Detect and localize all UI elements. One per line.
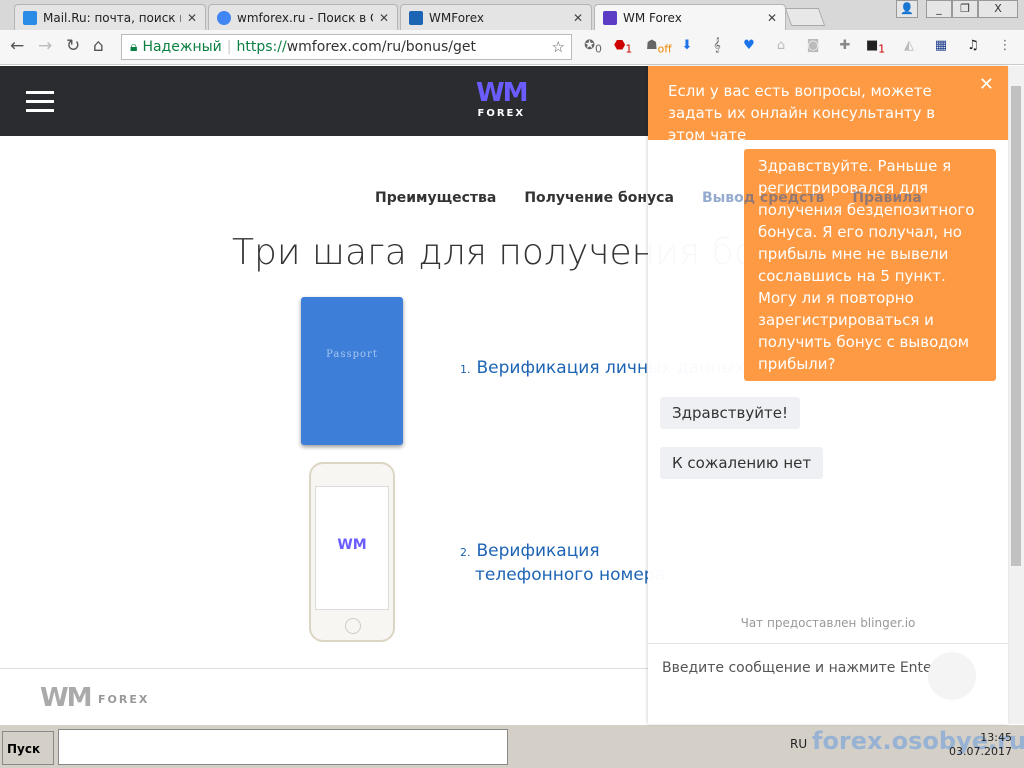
wmforex-icon [409, 10, 423, 25]
clock[interactable]: 13:45 03.07.2017 [949, 731, 1012, 759]
camera-icon[interactable]: ◙ [804, 38, 822, 56]
forward-icon[interactable]: → [38, 36, 52, 56]
language-indicator[interactable]: RU [790, 737, 807, 751]
site-nav: Преимущества Получение бонуса Вывод сред… [375, 190, 922, 206]
footer-logo: WM [40, 683, 93, 713]
chat-close-icon[interactable]: ✕ [979, 74, 994, 95]
mailru-icon [23, 10, 37, 25]
user-message: Здравствуйте. Раньше я регистрировался д… [744, 149, 996, 381]
tab-mailru[interactable]: Mail.Ru: почта, поиск в ин✕ [14, 4, 206, 30]
new-tab-button[interactable] [784, 8, 826, 26]
close-tab-icon[interactable]: ✕ [767, 11, 777, 25]
hamburger-menu-icon[interactable] [26, 91, 54, 118]
chat-header: Если у вас есть вопросы, можете задать и… [648, 66, 1008, 144]
close-tab-icon[interactable]: ✕ [187, 11, 197, 25]
menu-dots-icon[interactable]: ⋮ [996, 38, 1014, 56]
wm-forex-icon [603, 10, 617, 25]
extension-icon[interactable]: ✪0 [584, 38, 602, 56]
secure-label: Надежный [142, 39, 222, 55]
chat-powered-by[interactable]: Чат предоставлен blinger.io [648, 616, 1008, 630]
start-button[interactable]: Пуск [2, 731, 54, 765]
notes-icon[interactable]: ■1 [866, 38, 885, 56]
reload-icon[interactable]: ↻ [66, 36, 80, 56]
tab-google[interactable]: wmforex.ru - Поиск в Goog✕ [208, 4, 398, 30]
step-2[interactable]: 2. Верификация телефонного номера [460, 540, 665, 586]
adblock-icon[interactable]: ⬣1 [614, 38, 632, 56]
nav-advantages[interactable]: Преимущества [375, 190, 496, 206]
nav-withdrawal[interactable]: Вывод средств [702, 190, 824, 206]
taskbar-programs [58, 729, 508, 765]
profile-button[interactable]: 👤 [896, 0, 918, 18]
agent-message: К сожалению нет [660, 447, 824, 479]
chat-widget: Если у вас есть вопросы, можете задать и… [648, 66, 1008, 724]
lock-icon: 🔒︎ [130, 39, 138, 55]
address-bar[interactable]: 🔒︎ Надежный | https://wmforex.com/ru/bon… [121, 34, 572, 60]
home-icon[interactable]: ⌂ [93, 36, 104, 56]
site-logo[interactable]: WM FOREX [476, 78, 529, 119]
url-text: https://wmforex.com/ru/bonus/get [236, 39, 476, 55]
pdf-icon[interactable]: ◭ [900, 38, 918, 56]
close-tab-icon[interactable]: ✕ [573, 11, 583, 25]
tab-wm-forex[interactable]: WM Forex ✕ [594, 4, 786, 30]
tab-strip: Mail.Ru: почта, поиск в ин✕ wmforex.ru -… [0, 0, 1024, 30]
bookmark-star-icon[interactable]: ☆ [552, 38, 565, 56]
taskbar: Пуск RU forex.osobye.ru 13:45 03.07.2017 [0, 724, 1024, 768]
home-ext-icon[interactable]: ⌂ [772, 38, 790, 56]
tab-wmforex[interactable]: WMForex ✕ [400, 4, 592, 30]
page-scrollbar[interactable] [1008, 66, 1024, 724]
nav-rules[interactable]: Правила [852, 190, 922, 206]
music-clef-icon[interactable]: 𝄞 [708, 38, 726, 56]
news-icon[interactable]: ▦ [932, 38, 950, 56]
puzzle-icon[interactable]: ✚ [836, 38, 854, 56]
browser-toolbar: ← → ↻ ⌂ 🔒︎ Надежный | https://wmforex.co… [0, 30, 1024, 65]
minimize-button[interactable]: _ [926, 0, 952, 18]
chat-message-input[interactable]: Введите сообщение и нажмите Enter [648, 643, 1008, 724]
restore-button[interactable]: ❐ [952, 0, 978, 18]
extension-off-icon[interactable]: ☗off [646, 38, 672, 56]
google-icon [217, 10, 231, 25]
download-icon[interactable]: ⬇ [678, 38, 696, 56]
close-tab-icon[interactable]: ✕ [379, 11, 389, 25]
nav-get-bonus[interactable]: Получение бонуса [524, 190, 674, 206]
agent-message: Здравствуйте! [660, 397, 800, 429]
back-icon[interactable]: ← [10, 36, 24, 56]
send-button[interactable] [928, 652, 976, 700]
vpn-icon[interactable]: ♥ [740, 38, 758, 56]
passport-image: Passport [301, 297, 403, 445]
phone-image: WM [309, 462, 395, 642]
music-icon[interactable]: ♫ [964, 38, 982, 56]
close-window-button[interactable]: X [978, 0, 1018, 18]
